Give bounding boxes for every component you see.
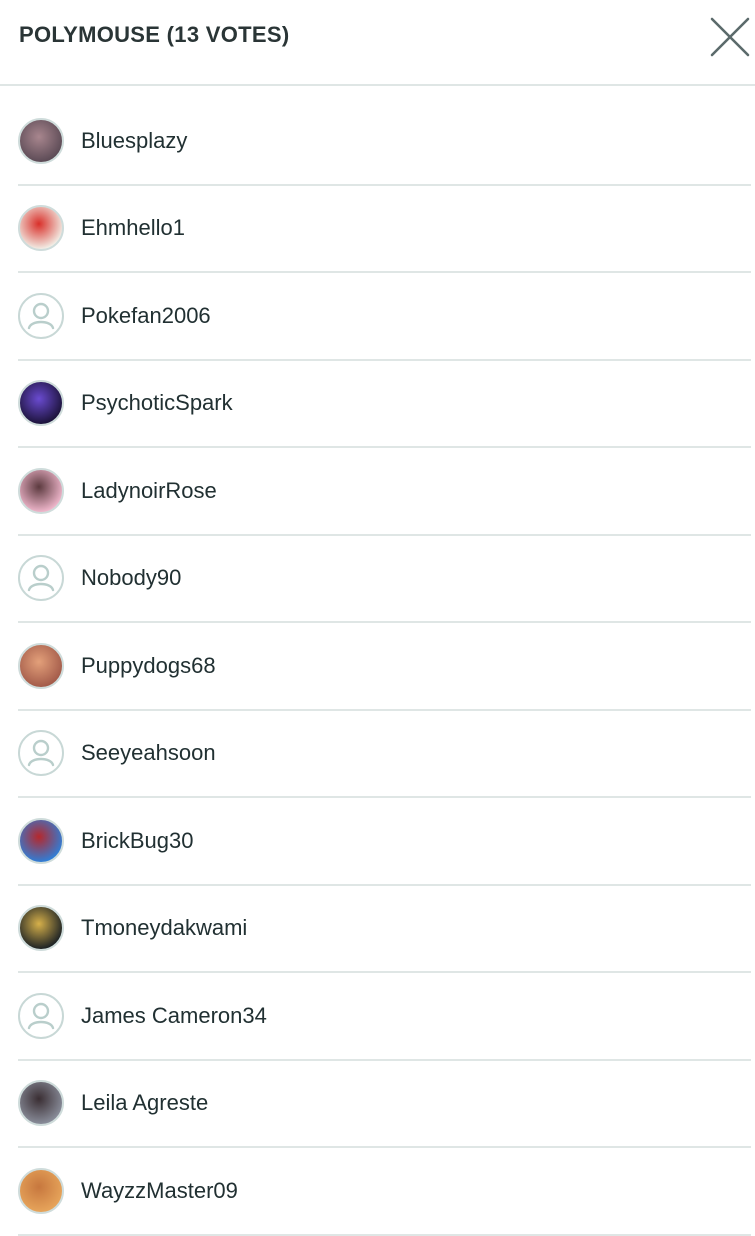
voter-row[interactable]: Seeyeahsoon — [18, 711, 751, 798]
voter-row[interactable]: Ehmhello1 — [18, 186, 751, 273]
close-button[interactable] — [709, 16, 751, 58]
voter-row[interactable]: Nobody90 — [18, 536, 751, 623]
user-icon — [27, 1002, 55, 1029]
voter-username[interactable]: WayzzMaster09 — [81, 1178, 238, 1204]
modal-header: POLYMOUSE (13 VOTES) — [0, 0, 755, 86]
avatar[interactable] — [18, 905, 64, 952]
default-avatar[interactable] — [18, 992, 64, 1039]
voter-row[interactable]: James Cameron34 — [18, 973, 751, 1061]
avatar[interactable] — [18, 1080, 64, 1127]
voter-row[interactable]: LadynoirRose — [18, 448, 751, 536]
voter-username[interactable]: Bluesplazy — [81, 128, 187, 154]
voter-username[interactable]: Tmoneydakwami — [81, 915, 247, 941]
voter-username[interactable]: PsychoticSpark — [81, 390, 233, 416]
voter-row[interactable]: Bluesplazy — [18, 98, 751, 186]
avatar[interactable] — [18, 1167, 64, 1214]
poll-option-title: POLYMOUSE (13 VOTES) — [19, 22, 290, 47]
avatar[interactable] — [18, 467, 64, 514]
voter-row[interactable]: WayzzMaster09 — [18, 1148, 751, 1236]
avatar[interactable] — [18, 205, 64, 252]
voter-username[interactable]: Leila Agreste — [81, 1090, 208, 1116]
default-avatar[interactable] — [18, 292, 64, 339]
default-avatar[interactable] — [18, 730, 64, 777]
voter-username[interactable]: Puppydogs68 — [81, 653, 216, 679]
voter-username[interactable]: Seeyeahsoon — [81, 740, 216, 766]
user-icon — [27, 302, 55, 329]
avatar[interactable] — [18, 642, 64, 689]
voter-row[interactable]: Leila Agreste — [18, 1061, 751, 1148]
avatar[interactable] — [18, 817, 64, 864]
voter-row[interactable]: Puppydogs68 — [18, 623, 751, 711]
voter-row[interactable]: BrickBug30 — [18, 798, 751, 886]
voter-row[interactable]: Pokefan2006 — [18, 273, 751, 361]
avatar[interactable] — [18, 380, 64, 427]
close-icon — [710, 17, 750, 57]
voter-row[interactable]: Tmoneydakwami — [18, 886, 751, 973]
voter-username[interactable]: James Cameron34 — [81, 1003, 267, 1029]
voter-row[interactable]: PsychoticSpark — [18, 361, 751, 448]
voter-username[interactable]: Pokefan2006 — [81, 303, 211, 329]
default-avatar[interactable] — [18, 555, 64, 602]
voter-username[interactable]: LadynoirRose — [81, 478, 217, 504]
voter-username[interactable]: BrickBug30 — [81, 828, 194, 854]
user-icon — [27, 740, 55, 767]
user-icon — [27, 565, 55, 592]
avatar[interactable] — [18, 117, 64, 164]
voter-username[interactable]: Ehmhello1 — [81, 215, 185, 241]
voter-list: Bluesplazy Ehmhello1 Pokefan2006 PsychoticS… — [18, 98, 751, 1236]
voter-username[interactable]: Nobody90 — [81, 565, 181, 591]
